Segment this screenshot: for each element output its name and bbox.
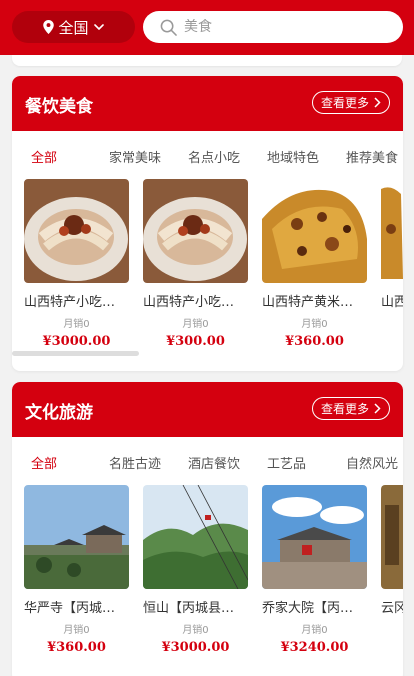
product-price: ¥360.00	[47, 640, 106, 655]
tab-recommended[interactable]: 推荐美食	[346, 147, 398, 166]
product-name: 山西特产小吃…	[24, 295, 116, 310]
category-tabs: 全部 家常美味 名点小吃 地域特色 推荐美食	[12, 131, 403, 179]
previous-card-bottom	[12, 55, 402, 66]
product-sales: 月销0	[63, 319, 90, 330]
product-sales: 月销0	[63, 625, 90, 636]
product-name: 乔家大院【丙…	[262, 601, 354, 616]
chevron-right-icon	[374, 403, 381, 414]
search-bar[interactable]	[143, 11, 403, 43]
product-price: ¥300.00	[166, 334, 225, 349]
product-image	[381, 179, 403, 283]
product-image	[24, 485, 129, 589]
view-more-button[interactable]: 查看更多	[312, 397, 390, 420]
location-pin-icon	[43, 20, 55, 34]
search-icon	[160, 19, 177, 36]
section-header: 餐饮美食 查看更多	[12, 76, 403, 131]
chevron-right-icon	[374, 97, 381, 108]
view-more-button[interactable]: 查看更多	[312, 91, 390, 114]
tab-home-cooking[interactable]: 家常美味	[109, 147, 161, 166]
product-sales: 月销0	[182, 319, 209, 330]
product-image	[262, 179, 367, 283]
tab-nature[interactable]: 自然风光	[346, 453, 398, 472]
product-price: ¥360.00	[285, 334, 344, 349]
product-card[interactable]: 华严寺【丙城… 月销0 ¥360.00	[24, 485, 129, 655]
product-carousel[interactable]: 山西特产小吃… 月销0 ¥3000.00 山西特产小吃… 月销0 ¥300.00	[12, 179, 403, 371]
product-card[interactable]: 云冈	[381, 485, 403, 616]
section-title: 餐饮美食	[25, 97, 93, 117]
tab-all[interactable]: 全部	[31, 453, 57, 472]
search-input[interactable]	[184, 19, 364, 35]
product-name: 山西	[381, 295, 403, 310]
product-name: 山西特产小吃…	[143, 295, 235, 310]
tab-snacks[interactable]: 名点小吃	[188, 147, 240, 166]
view-more-label: 查看更多	[320, 402, 369, 416]
product-card[interactable]: 乔家大院【丙… 月销0 ¥3240.00	[262, 485, 367, 655]
product-image	[143, 179, 248, 283]
location-selector[interactable]: 全国	[12, 11, 135, 43]
product-price: ¥3240.00	[280, 640, 349, 655]
product-name: 云冈	[381, 601, 403, 616]
top-header: 全国	[0, 0, 414, 55]
tab-crafts[interactable]: 工艺品	[267, 453, 306, 472]
product-card[interactable]: 山西特产黄米… 月销0 ¥360.00	[262, 179, 367, 349]
product-price: ¥3000.00	[161, 640, 230, 655]
section-header: 文化旅游 查看更多	[12, 382, 403, 437]
product-price: ¥3000.00	[42, 334, 111, 349]
product-card[interactable]: 山西特产小吃… 月销0 ¥3000.00	[24, 179, 129, 349]
product-carousel[interactable]: 华严寺【丙城… 月销0 ¥360.00 恒山【丙城县… 月销0 ¥3000.00	[12, 485, 403, 676]
product-image	[143, 485, 248, 589]
product-image	[381, 485, 403, 589]
food-section: 餐饮美食 查看更多 全部 家常美味 名点小吃 地域特色 推荐美食 山西特产小吃……	[12, 76, 403, 371]
product-name: 华严寺【丙城…	[24, 601, 116, 616]
category-tabs: 全部 名胜古迹 酒店餐饮 工艺品 自然风光	[12, 437, 403, 485]
location-label: 全国	[58, 18, 89, 37]
product-card[interactable]: 山西特产小吃… 月销0 ¥300.00	[143, 179, 248, 349]
product-image	[262, 485, 367, 589]
product-card[interactable]: 恒山【丙城县… 月销0 ¥3000.00	[143, 485, 248, 655]
tab-all[interactable]: 全部	[31, 147, 57, 166]
product-sales: 月销0	[301, 319, 328, 330]
tab-hotels-dining[interactable]: 酒店餐饮	[188, 453, 240, 472]
product-sales: 月销0	[301, 625, 328, 636]
product-sales: 月销0	[182, 625, 209, 636]
tab-regional[interactable]: 地域特色	[267, 147, 319, 166]
tab-historic-sites[interactable]: 名胜古迹	[109, 453, 161, 472]
section-title: 文化旅游	[25, 403, 93, 423]
product-name: 山西特产黄米…	[262, 295, 354, 310]
product-name: 恒山【丙城县…	[143, 601, 235, 616]
view-more-label: 查看更多	[320, 96, 369, 110]
carousel-scrollbar[interactable]	[12, 351, 139, 356]
product-card[interactable]: 山西	[381, 179, 403, 310]
product-image	[24, 179, 129, 283]
chevron-down-icon	[93, 24, 104, 30]
tourism-section: 文化旅游 查看更多 全部 名胜古迹 酒店餐饮 工艺品 自然风光 华严寺【丙城… …	[12, 382, 403, 676]
